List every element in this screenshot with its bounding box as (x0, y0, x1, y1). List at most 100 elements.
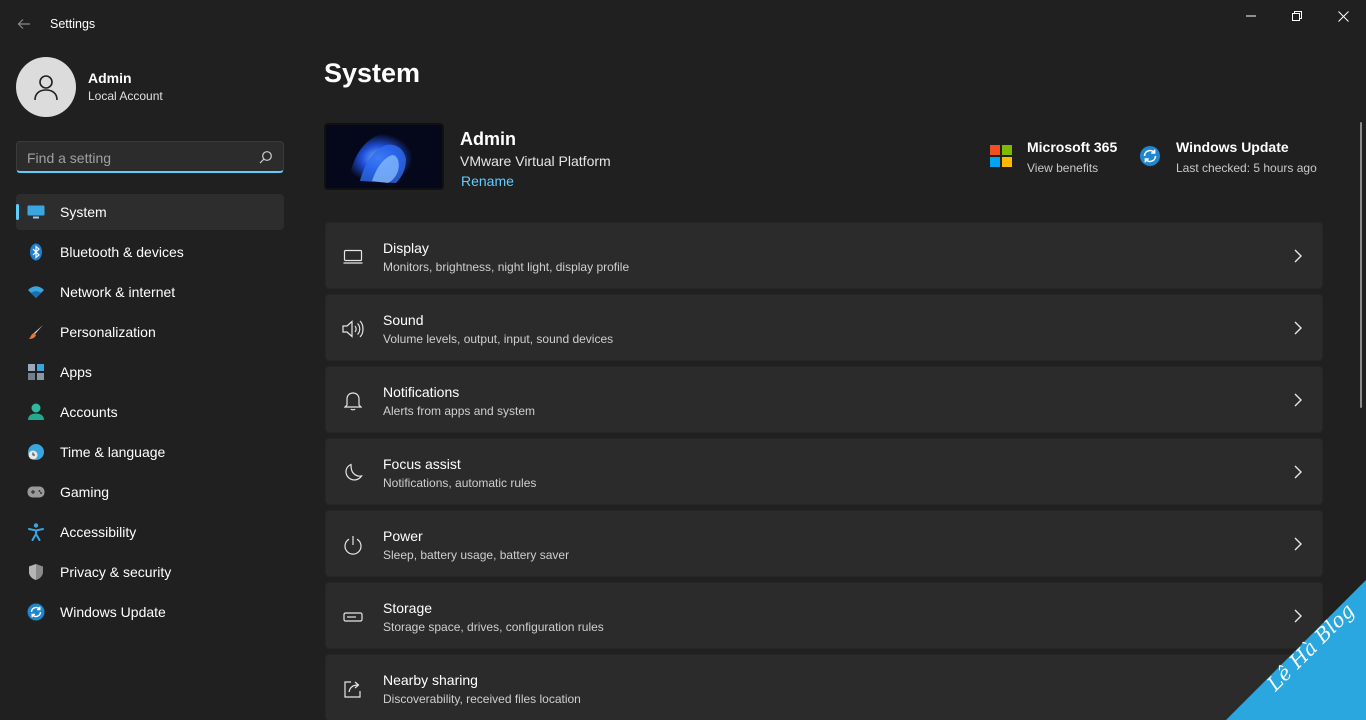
arrow-left-icon (17, 19, 30, 29)
sidebar-item-windows-update[interactable]: Windows Update (16, 594, 284, 630)
setting-card-title: Nearby sharing (383, 672, 478, 688)
quick-link-title: Windows Update (1176, 139, 1289, 155)
sidebar-item-personalization[interactable]: Personalization (16, 314, 284, 350)
setting-card-subtitle: Sleep, battery usage, battery saver (383, 548, 570, 562)
profile-name: Admin (88, 70, 132, 86)
user-profile[interactable]: Admin Local Account (16, 57, 163, 117)
setting-card-subtitle: Storage space, drives, configuration rul… (383, 620, 604, 634)
setting-card-title: Storage (383, 600, 433, 616)
search-input[interactable] (27, 148, 247, 168)
page-title: System (324, 58, 421, 88)
sidebar-item-apps[interactable]: Apps (16, 354, 284, 390)
accessibility-icon (26, 522, 46, 542)
sidebar-item-label: Gaming (60, 484, 110, 500)
quick-link-microsoft-365[interactable]: Microsoft 365 View benefits (990, 138, 1117, 180)
avatar (16, 57, 76, 117)
quick-link-windows-update[interactable]: Windows Update Last checked: 5 hours ago (1139, 138, 1317, 180)
storage-icon (342, 606, 364, 628)
power-icon (342, 534, 364, 556)
display-icon (342, 246, 364, 268)
apps-icon (26, 362, 46, 382)
device-name: Admin (460, 129, 516, 149)
minimize-button[interactable] (1228, 0, 1274, 32)
sidebar-item-bluetooth[interactable]: Bluetooth & devices (16, 234, 284, 270)
app-title: Settings (50, 17, 96, 31)
setting-card-nearby-sharing[interactable]: Nearby sharing Discoverability, received… (325, 654, 1323, 720)
sidebar-item-label: Personalization (60, 324, 156, 340)
restore-icon (1292, 11, 1302, 21)
search-icon[interactable] (259, 150, 273, 164)
sidebar-item-label: Apps (60, 364, 92, 380)
setting-card-display[interactable]: Display Monitors, brightness, night ligh… (325, 222, 1323, 289)
sidebar-item-label: Bluetooth & devices (60, 244, 184, 260)
setting-card-title: Display (383, 240, 429, 256)
user-icon (34, 75, 58, 101)
title-bar: Settings (0, 0, 1366, 48)
setting-card-subtitle: Notifications, automatic rules (383, 476, 537, 490)
sidebar-item-label: Network & internet (60, 284, 176, 300)
setting-card-sound[interactable]: Sound Volume levels, output, input, soun… (325, 294, 1323, 361)
setting-card-title: Power (383, 528, 423, 544)
quick-link-subtitle: View benefits (1027, 161, 1099, 175)
brush-icon (26, 322, 46, 342)
chevron-right-icon (1294, 249, 1302, 263)
close-button[interactable] (1320, 0, 1366, 32)
system-display-icon (26, 202, 46, 222)
sidebar-item-label: System (60, 204, 107, 220)
watermark: Lê Hà Blog (1226, 580, 1366, 720)
share-icon (342, 678, 364, 700)
device-wallpaper-thumbnail (324, 123, 444, 190)
chevron-right-icon (1294, 537, 1302, 551)
wifi-icon (26, 282, 46, 302)
setting-card-title: Focus assist (383, 456, 461, 472)
setting-card-power[interactable]: Power Sleep, battery usage, battery save… (325, 510, 1323, 577)
chevron-right-icon (1294, 465, 1302, 479)
quick-link-title: Microsoft 365 (1027, 139, 1118, 155)
setting-card-notifications[interactable]: Notifications Alerts from apps and syste… (325, 366, 1323, 433)
device-model: VMware Virtual Platform (460, 153, 611, 169)
sidebar-item-network[interactable]: Network & internet (16, 274, 284, 310)
setting-card-title: Sound (383, 312, 424, 328)
sidebar-item-label: Accessibility (60, 524, 137, 540)
quick-link-subtitle: Last checked: 5 hours ago (1176, 161, 1317, 175)
chevron-right-icon (1294, 321, 1302, 335)
sidebar-item-label: Privacy & security (60, 564, 172, 580)
moon-icon (342, 462, 364, 484)
back-button[interactable] (12, 12, 36, 36)
rename-link[interactable]: Rename (461, 173, 514, 189)
sidebar-item-gaming[interactable]: Gaming (16, 474, 284, 510)
scrollbar[interactable] (1360, 122, 1362, 408)
setting-card-subtitle: Volume levels, output, input, sound devi… (383, 332, 614, 346)
microsoft-logo-icon (990, 145, 1012, 167)
sidebar-item-privacy-security[interactable]: Privacy & security (16, 554, 284, 590)
profile-account-type: Local Account (88, 89, 163, 103)
setting-card-subtitle: Discoverability, received files location (383, 692, 581, 706)
bell-icon (342, 390, 364, 412)
sidebar-item-time-language[interactable]: Time & language (16, 434, 284, 470)
sidebar-item-system[interactable]: System (16, 194, 284, 230)
setting-card-storage[interactable]: Storage Storage space, drives, configura… (325, 582, 1323, 649)
setting-card-focus-assist[interactable]: Focus assist Notifications, automatic ru… (325, 438, 1323, 505)
accounts-icon (26, 402, 46, 422)
bluetooth-icon (26, 242, 46, 262)
setting-card-title: Notifications (383, 384, 460, 400)
chevron-right-icon (1294, 393, 1302, 407)
sidebar-item-label: Windows Update (60, 604, 166, 620)
restore-button[interactable] (1274, 0, 1320, 32)
speaker-icon (342, 318, 364, 340)
sidebar-item-label: Accounts (60, 404, 118, 420)
windows-update-icon (26, 602, 46, 622)
shield-icon (26, 562, 46, 582)
sidebar-item-accessibility[interactable]: Accessibility (16, 514, 284, 550)
sidebar-item-accounts[interactable]: Accounts (16, 394, 284, 430)
gamepad-icon (26, 482, 46, 502)
settings-list: Display Monitors, brightness, night ligh… (325, 222, 1323, 720)
sidebar-item-label: Time & language (60, 444, 166, 460)
setting-card-subtitle: Monitors, brightness, night light, displ… (383, 260, 630, 274)
close-icon (1337, 10, 1349, 22)
search-box[interactable] (16, 141, 284, 173)
windows-update-icon (1139, 145, 1161, 167)
time-language-icon (26, 442, 46, 462)
sidebar-nav: System Bluetooth & devices Network & int… (16, 194, 284, 634)
setting-card-subtitle: Alerts from apps and system (383, 404, 536, 418)
